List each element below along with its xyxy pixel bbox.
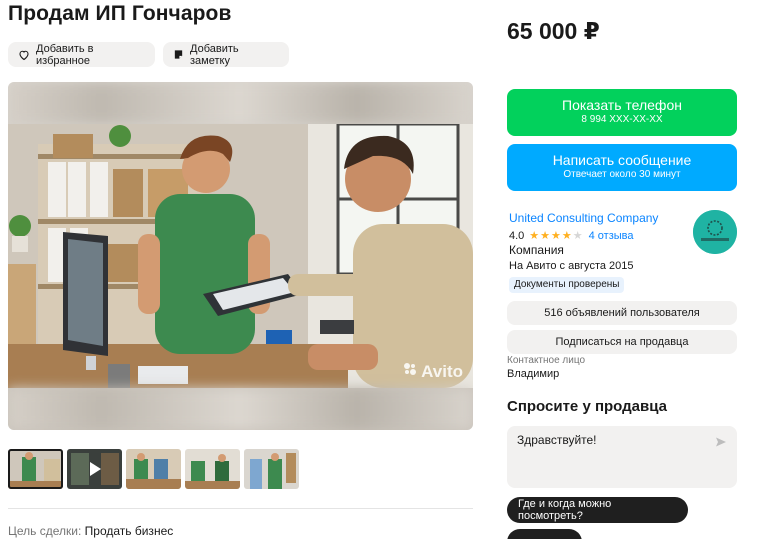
thumbnail-strip [8, 449, 299, 489]
thumbnail-4[interactable] [185, 449, 240, 489]
deal-purpose-value: Продать бизнес [84, 524, 174, 538]
thumbnail-1[interactable] [8, 449, 63, 489]
seller-since: На Авито с августа 2015 [509, 260, 634, 272]
response-time: Отвечает около 30 минут [563, 169, 681, 180]
photo-blur-bottom [8, 388, 473, 430]
note-icon [173, 49, 184, 60]
masked-phone: 8 994 XXX-XX-XX [581, 114, 663, 125]
reviews-link[interactable]: 4 отзыва [589, 230, 634, 242]
seller-avatar[interactable] [693, 210, 737, 254]
deal-purpose-label: Цель сделки: [8, 524, 82, 538]
add-to-favorites-button[interactable]: Добавить в избранное [8, 42, 155, 67]
contact-person-label: Контактное лицо [507, 355, 586, 366]
write-message-button[interactable]: Написать сообщение Отвечает около 30 мин… [507, 144, 737, 191]
avito-dots-icon [402, 361, 418, 382]
show-phone-label: Показать телефон [562, 97, 682, 113]
documents-verified-badge: Документы проверены [509, 277, 625, 293]
contact-person-name: Владимир [507, 368, 560, 380]
avito-watermark: Avito [402, 361, 463, 382]
seller-ads-button[interactable]: 516 объявлений пользователя [507, 301, 737, 325]
price: 65 000 ₽ [507, 18, 600, 44]
add-to-favorites-label: Добавить в избранное [36, 42, 94, 67]
seller-type: Компания [509, 243, 564, 257]
thumbnail-5[interactable] [244, 449, 299, 489]
main-photo[interactable]: Avito [8, 82, 473, 430]
rating-stars: ★★★★★ [529, 230, 584, 242]
thumbnail-3[interactable] [126, 449, 181, 489]
seller-name-link[interactable]: United Consulting Company [509, 211, 658, 225]
rating-value: 4.0 [509, 229, 525, 242]
seller-rating: 4.0 ★★★★★ 4 отзыва [509, 229, 634, 243]
show-phone-button[interactable]: Показать телефон 8 994 XXX-XX-XX [507, 89, 737, 136]
ask-message-input[interactable]: Здравствуйте! [517, 433, 597, 447]
ask-seller-box[interactable]: Здравствуйте! [507, 426, 737, 488]
ask-seller-title: Спросите у продавца [507, 398, 667, 415]
subscribe-seller-button[interactable]: Подписаться на продавца [507, 330, 737, 354]
thumbnail-video[interactable] [67, 449, 122, 489]
section-divider [8, 508, 473, 509]
heart-icon [18, 49, 30, 61]
photo-illustration: Avito [8, 124, 473, 388]
write-message-label: Написать сообщение [552, 152, 692, 168]
quick-question-where-when[interactable]: Где и когда можно посмотреть? [507, 497, 688, 523]
listing-title: Продам ИП Гончаров [8, 2, 232, 25]
add-note-label: Добавить заметку [190, 42, 239, 67]
photo-blur-top [8, 82, 473, 124]
avito-watermark-text: Avito [421, 361, 463, 381]
add-note-button[interactable]: Добавить заметку [163, 42, 289, 67]
deal-purpose: Цель сделки: Продать бизнес [8, 524, 173, 538]
quick-question-2[interactable] [507, 529, 582, 539]
send-icon[interactable] [715, 435, 727, 453]
